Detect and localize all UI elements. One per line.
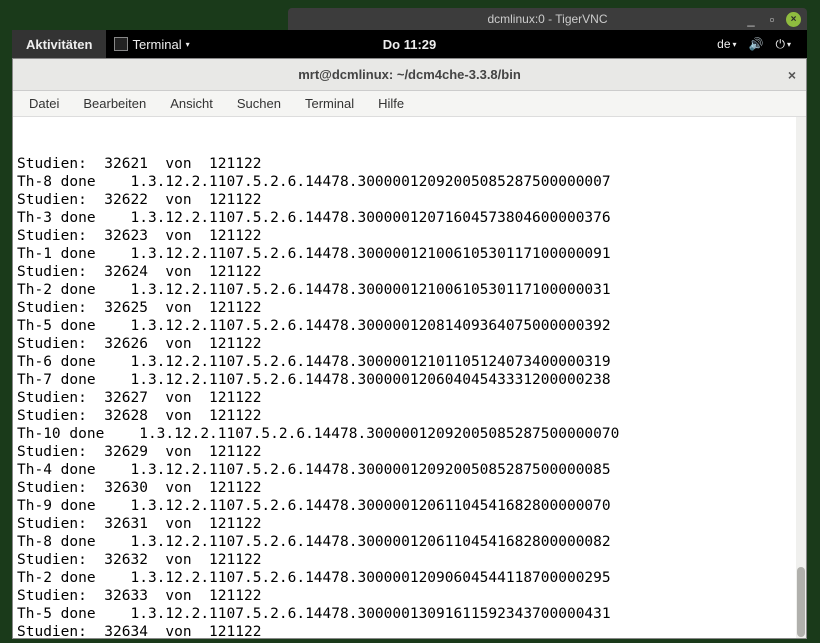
window-close-icon[interactable]: × [788, 67, 796, 83]
terminal-line: Studien: 32626 von 121122 [17, 335, 802, 353]
close-icon[interactable]: × [786, 12, 801, 27]
terminal-window: mrt@dcmlinux: ~/dcm4che-3.3.8/bin × Date… [12, 58, 807, 639]
keyboard-layout[interactable]: de ▾ [717, 37, 736, 51]
terminal-line: Studien: 32629 von 121122 [17, 443, 802, 461]
scroll-thumb[interactable] [797, 567, 805, 637]
terminal-line: Th-9 done 1.3.12.2.1107.5.2.6.14478.3000… [17, 497, 802, 515]
terminal-icon [114, 37, 128, 51]
terminal-line: Th-2 done 1.3.12.2.1107.5.2.6.14478.3000… [17, 569, 802, 587]
menu-search[interactable]: Suchen [227, 93, 291, 114]
terminal-line: Th-1 done 1.3.12.2.1107.5.2.6.14478.3000… [17, 245, 802, 263]
terminal-line: Th-8 done 1.3.12.2.1107.5.2.6.14478.3000… [17, 533, 802, 551]
maximize-icon[interactable]: ▫ [765, 12, 779, 26]
terminal-line: Th-5 done 1.3.12.2.1107.5.2.6.14478.3000… [17, 317, 802, 335]
terminal-line: Th-8 done 1.3.12.2.1107.5.2.6.14478.3000… [17, 173, 802, 191]
menu-view[interactable]: Ansicht [160, 93, 223, 114]
menu-file[interactable]: Datei [19, 93, 69, 114]
terminal-line: Th-7 done 1.3.12.2.1107.5.2.6.14478.3000… [17, 371, 802, 389]
app-menu[interactable]: Terminal ▾ [106, 30, 197, 58]
terminal-line: Th-3 done 1.3.12.2.1107.5.2.6.14478.3000… [17, 209, 802, 227]
terminal-line: Th-6 done 1.3.12.2.1107.5.2.6.14478.3000… [17, 353, 802, 371]
terminal-line: Studien: 32632 von 121122 [17, 551, 802, 569]
terminal-line: Studien: 32624 von 121122 [17, 263, 802, 281]
activities-button[interactable]: Aktivitäten [12, 30, 106, 58]
terminal-line: Studien: 32622 von 121122 [17, 191, 802, 209]
terminal-line: Studien: 32628 von 121122 [17, 407, 802, 425]
terminal-line: Studien: 32623 von 121122 [17, 227, 802, 245]
menu-bar: Datei Bearbeiten Ansicht Suchen Terminal… [13, 91, 806, 117]
gnome-top-bar: Aktivitäten Terminal ▾ Do 11:29 de ▾ 🔊 ⏻… [12, 30, 807, 58]
terminal-line: Studien: 32633 von 121122 [17, 587, 802, 605]
terminal-line: Studien: 32634 von 121122 [17, 623, 802, 638]
scrollbar[interactable] [796, 117, 806, 638]
vnc-window-controls: _ ▫ × [744, 12, 801, 27]
terminal-output[interactable]: Studien: 32621 von 121122Th-8 done 1.3.1… [13, 117, 806, 638]
terminal-line: Th-10 done 1.3.12.2.1107.5.2.6.14478.300… [17, 425, 802, 443]
system-tray: de ▾ 🔊 ⏻ ▾ [717, 37, 807, 52]
menu-terminal[interactable]: Terminal [295, 93, 364, 114]
menu-edit[interactable]: Bearbeiten [73, 93, 156, 114]
vnc-title: dcmlinux:0 - TigerVNC [288, 12, 807, 26]
terminal-line: Studien: 32621 von 121122 [17, 155, 802, 173]
chevron-down-icon: ▾ [186, 40, 190, 49]
terminal-line: Th-4 done 1.3.12.2.1107.5.2.6.14478.3000… [17, 461, 802, 479]
window-titlebar[interactable]: mrt@dcmlinux: ~/dcm4che-3.3.8/bin × [13, 59, 806, 91]
terminal-line: Th-2 done 1.3.12.2.1107.5.2.6.14478.3000… [17, 281, 802, 299]
terminal-line: Studien: 32630 von 121122 [17, 479, 802, 497]
volume-icon[interactable]: 🔊 [749, 37, 764, 51]
minimize-icon[interactable]: _ [744, 12, 758, 26]
app-menu-label: Terminal [132, 37, 181, 52]
power-icon[interactable]: ⏻ ▾ [775, 37, 791, 52]
window-title: mrt@dcmlinux: ~/dcm4che-3.3.8/bin [298, 67, 521, 82]
menu-help[interactable]: Hilfe [368, 93, 414, 114]
terminal-line: Studien: 32631 von 121122 [17, 515, 802, 533]
terminal-line: Th-5 done 1.3.12.2.1107.5.2.6.14478.3000… [17, 605, 802, 623]
vnc-titlebar: dcmlinux:0 - TigerVNC _ ▫ × [288, 8, 807, 30]
terminal-line: Studien: 32625 von 121122 [17, 299, 802, 317]
clock[interactable]: Do 11:29 [383, 37, 436, 52]
terminal-line: Studien: 32627 von 121122 [17, 389, 802, 407]
